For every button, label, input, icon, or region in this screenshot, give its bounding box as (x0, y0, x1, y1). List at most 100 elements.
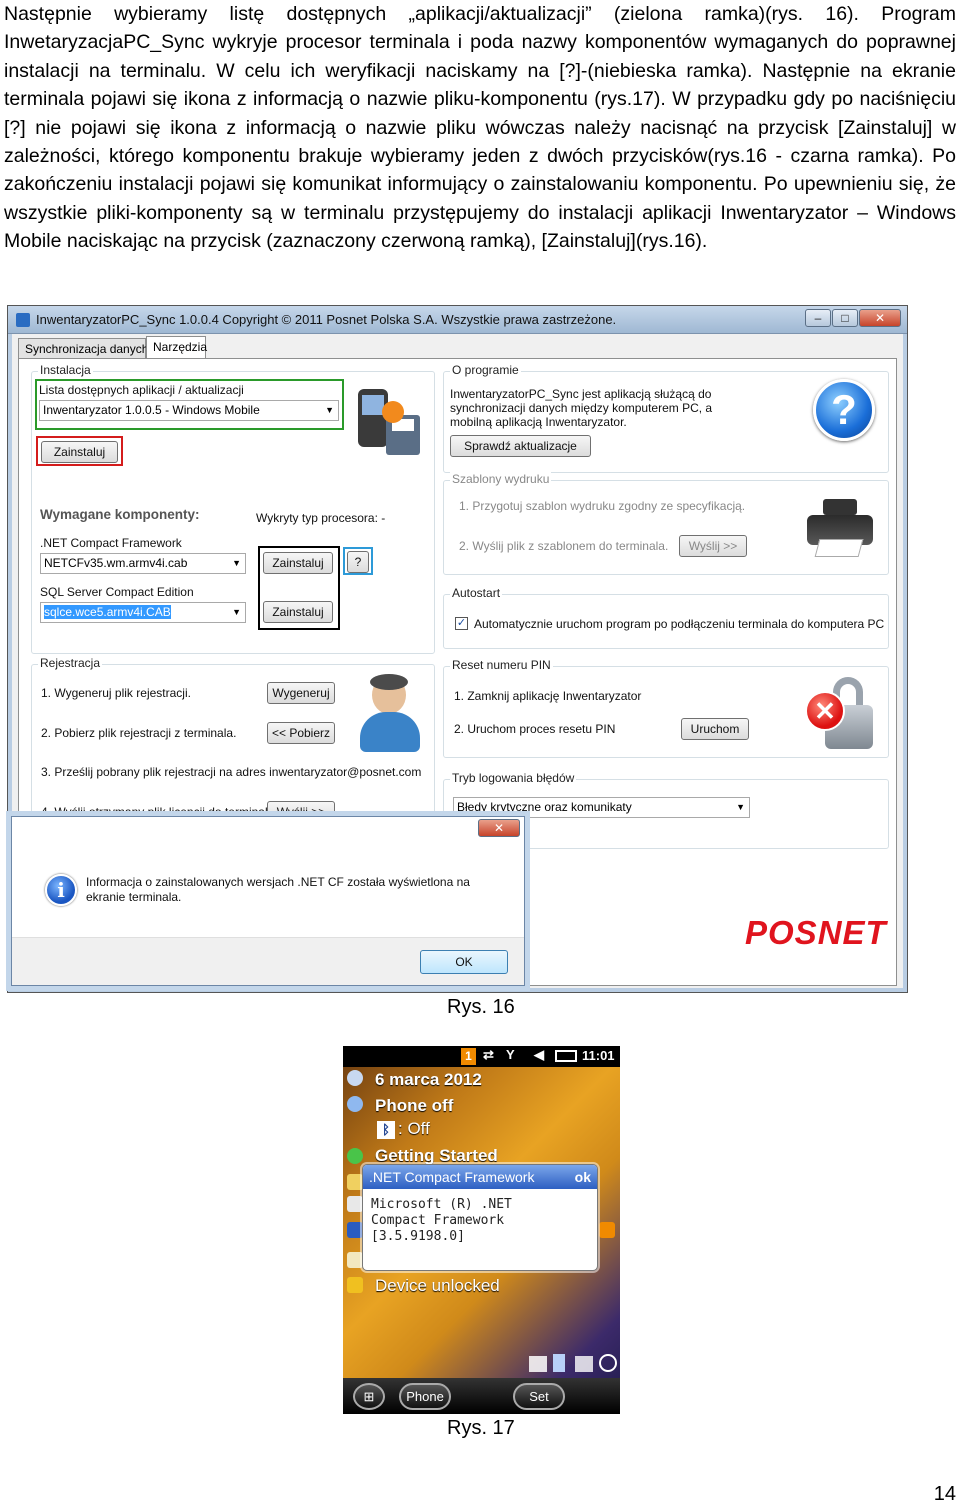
group-label: Szablony wydruku (450, 472, 552, 486)
calendar-icon (347, 1070, 363, 1086)
dialog-message: Informacja o zainstalowanych wersjach .N… (86, 875, 470, 904)
bluetooth-status[interactable]: : Off (398, 1119, 430, 1139)
softkey-bar: ⊞ Phone Set (343, 1378, 620, 1414)
pin-step2: 2. Uruchom proces resetu PIN (454, 722, 616, 736)
app-icon (347, 1222, 363, 1238)
mail-icon (347, 1174, 363, 1190)
paragraph-text: Następnie wybieramy listę dostępnych „ap… (4, 3, 956, 253)
device-status-row[interactable]: Device unlocked (375, 1276, 500, 1296)
group-label: O programie (450, 363, 521, 377)
install-sql-button[interactable]: Zainstaluj (263, 601, 333, 623)
message-icon (347, 1196, 363, 1212)
dialog-footer: OK (12, 937, 524, 985)
title-bar: InwentaryzatorPC_Sync 1.0.0.4 Copyright … (8, 306, 907, 334)
dialog-close-button[interactable]: ✕ (478, 819, 520, 837)
window-title: InwentaryzatorPC_Sync 1.0.0.4 Copyright … (36, 312, 617, 327)
reg-step3: 3. Prześlij pobrany plik rejestracji na … (41, 765, 422, 779)
chevron-down-icon: ▼ (736, 802, 745, 812)
template-step1: 1. Przygotuj szablon wydruku zgodny ze s… (459, 499, 746, 513)
intro-paragraph: Następnie wybieramy listę dostępnych „ap… (4, 0, 956, 256)
netcf-label: .NET Compact Framework (40, 536, 182, 550)
check-netcf-button[interactable]: ? (347, 551, 369, 573)
getting-started-row[interactable]: Getting Started (375, 1146, 498, 1166)
softkey-phone[interactable]: Phone (399, 1383, 451, 1410)
chevron-down-icon: ▼ (232, 607, 241, 617)
template-step2: 2. Wyślij plik z szablonem do terminala. (459, 539, 669, 553)
battery-icon (555, 1050, 577, 1062)
chevron-down-icon: ▼ (325, 405, 334, 415)
notification-icon (599, 1222, 615, 1238)
sql-value: sqlce.wce5.armv4i.CAB (44, 605, 171, 619)
device-icon (553, 1354, 565, 1372)
popup-line: [3.5.9198.0] (371, 1229, 465, 1244)
popup-line: Compact Framework (371, 1213, 505, 1228)
group-label: Rejestracja (38, 656, 103, 670)
autostart-checkbox[interactable]: ✓ (455, 617, 468, 630)
about-text: InwentaryzatorPC_Sync jest aplikacją słu… (450, 387, 713, 429)
signal-icon (575, 1356, 593, 1372)
netcf-select[interactable]: NETCFv35.wm.armv4i.cab ▼ (40, 553, 246, 574)
date-row[interactable]: 6 marca 2012 (375, 1070, 482, 1090)
ok-button[interactable]: OK (420, 950, 508, 974)
log-mode-value: Błędy krytyczne oraz komunikaty (457, 800, 632, 814)
group-label: Instalacja (38, 363, 93, 377)
required-components-label: Wymagane komponenty: (40, 507, 200, 522)
antenna-icon (347, 1096, 363, 1112)
phone-screen: 1 ⇄ Y ◀ 11:01 6 marca 2012 Phone off ᛒ :… (343, 1046, 620, 1414)
pda-install-icon (352, 379, 422, 461)
reg-step1: 1. Wygeneruj plik rejestracji. (41, 686, 191, 700)
send-template-button[interactable]: Wyślij >> (679, 535, 747, 557)
start-button[interactable]: ⊞ (353, 1383, 385, 1410)
popup-title: .NET Compact Framework (369, 1169, 535, 1185)
check-updates-button[interactable]: Sprawdź aktualizacje (450, 435, 591, 457)
app-list-select[interactable]: Inwentaryzator 1.0.0.5 - Windows Mobile ▼ (39, 400, 339, 421)
minimize-button[interactable]: – (805, 309, 831, 327)
info-dialog: ✕ i Informacja o zainstalowanych wersjac… (11, 816, 525, 986)
printer-icon (805, 499, 877, 559)
netcf-popup: .NET Compact Framework ok Microsoft (R) … (362, 1164, 598, 1271)
autostart-label: Automatycznie uruchom program po podłącz… (474, 617, 885, 631)
connection-icon (529, 1356, 547, 1372)
log-mode-select[interactable]: Błędy krytyczne oraz komunikaty ▼ (453, 797, 750, 818)
softkey-set[interactable]: Set (513, 1383, 565, 1410)
sync-icon: ⇄ (483, 1047, 494, 1062)
maximize-button[interactable]: □ (832, 309, 858, 327)
list-label: Lista dostępnych aplikacji / aktualizacj… (39, 383, 244, 397)
signal-off-icon: Y (506, 1047, 515, 1062)
run-reset-button[interactable]: Uruchom (681, 718, 749, 740)
install-netcf-button[interactable]: Zainstaluj (263, 552, 333, 574)
popup-header: .NET Compact Framework ok (363, 1165, 597, 1189)
clock[interactable]: 11:01 (582, 1048, 615, 1063)
popup-body: Microsoft (R) .NET Compact Framework [3.… (363, 1189, 597, 1253)
lock-icon (347, 1277, 363, 1293)
download-button[interactable]: << Pobierz (267, 722, 335, 744)
help-icon: ? (813, 379, 875, 441)
page-number: 14 (933, 1483, 956, 1505)
tab-narzedzia[interactable]: Narzędzia (146, 336, 207, 359)
group-label: Autostart (450, 586, 503, 600)
popup-line: Microsoft (R) .NET (371, 1197, 512, 1212)
group-label: Tryb logowania błędów (450, 771, 577, 785)
info-icon: i (45, 874, 77, 906)
chevron-down-icon: ▼ (232, 558, 241, 568)
posnet-logo: POSNET (745, 914, 887, 951)
sql-select[interactable]: sqlce.wce5.armv4i.CAB ▼ (40, 602, 246, 623)
sql-label: SQL Server Compact Edition (40, 585, 194, 599)
popup-ok-button[interactable]: ok (575, 1165, 591, 1189)
netcf-value: NETCFv35.wm.armv4i.cab (44, 556, 188, 570)
app-list-value: Inwentaryzator 1.0.0.5 - Windows Mobile (43, 403, 260, 417)
caption-rys17: Rys. 17 (447, 1417, 515, 1439)
tab-synchronizacja[interactable]: Synchronizacja danych (18, 338, 148, 358)
cpu-type-label: Wykryty typ procesora: - (256, 511, 386, 525)
power-icon (599, 1354, 617, 1372)
bluetooth-icon: ᛒ (377, 1121, 395, 1139)
generate-button[interactable]: Wygeneruj (267, 682, 335, 704)
notification-badge[interactable]: 1 (461, 1048, 476, 1065)
caption-rys16: Rys. 16 (447, 996, 515, 1018)
install-app-button[interactable]: Zainstaluj (41, 441, 118, 463)
getting-started-icon (347, 1148, 363, 1164)
volume-icon: ◀ (534, 1047, 544, 1062)
group-label: Reset numeru PIN (450, 658, 553, 672)
phone-status-row[interactable]: Phone off (375, 1096, 453, 1116)
window-close-button[interactable]: ✕ (859, 309, 901, 327)
